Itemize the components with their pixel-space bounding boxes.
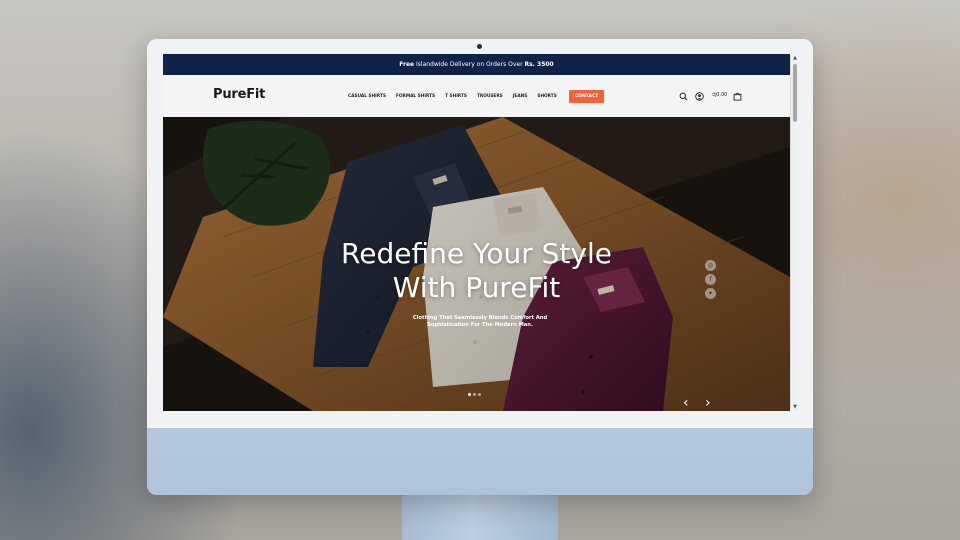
nav-t-shirts[interactable]: T SHIRTS bbox=[445, 94, 467, 99]
search-icon[interactable] bbox=[679, 92, 688, 101]
monitor-chin bbox=[147, 428, 813, 495]
hero-subtitle-line2: Sophistication For The Modern Man. bbox=[427, 322, 533, 328]
cart-icon[interactable] bbox=[733, 92, 742, 101]
slider-dot[interactable] bbox=[468, 393, 471, 396]
page-scrollbar[interactable]: ▲ ▼ bbox=[790, 54, 798, 411]
instagram-icon[interactable]: ◎ bbox=[705, 260, 716, 271]
scroll-up-arrow-icon[interactable]: ▲ bbox=[792, 55, 798, 61]
twitter-icon[interactable]: ✦ bbox=[705, 288, 716, 299]
slider-dots bbox=[468, 393, 483, 396]
browser-viewport: Free Islandwide Delivery on Orders Over … bbox=[163, 54, 798, 411]
monitor: Free Islandwide Delivery on Orders Over … bbox=[147, 39, 813, 495]
site-header: PureFit CASUAL SHIRTS FORMAL SHIRTS T SH… bbox=[163, 75, 790, 117]
monitor-stand bbox=[402, 494, 558, 540]
announcement-text: Islandwide Delivery on Orders Over bbox=[414, 61, 525, 68]
hero-title-line2: With PureFit bbox=[392, 271, 561, 304]
nav-casual-shirts[interactable]: CASUAL SHIRTS bbox=[348, 94, 386, 99]
scroll-thumb[interactable] bbox=[793, 64, 797, 122]
scroll-down-arrow-icon[interactable]: ▼ bbox=[792, 404, 798, 410]
hero-subtitle: Clothing That Seamlessly Blends Comfort … bbox=[395, 315, 565, 329]
hero-slider: Redefine Your Style With PureFit Clothin… bbox=[163, 117, 790, 411]
nav-jeans[interactable]: JEANS bbox=[513, 94, 528, 99]
main-nav: CASUAL SHIRTS FORMAL SHIRTS T SHIRTS TRO… bbox=[348, 89, 605, 103]
announcement-bar: Free Islandwide Delivery on Orders Over … bbox=[163, 54, 790, 75]
site-logo[interactable]: PureFit bbox=[213, 87, 265, 102]
nav-trousers[interactable]: TROUSERS bbox=[477, 94, 503, 99]
nav-shorts[interactable]: SHORTS bbox=[537, 94, 557, 99]
contact-button[interactable]: CONTACT bbox=[568, 89, 605, 103]
announcement-amount: Rs. 3500 bbox=[524, 61, 554, 68]
next-slide-arrow-icon[interactable]: › bbox=[705, 396, 711, 410]
announcement-free: Free bbox=[399, 61, 415, 68]
nav-formal-shirts[interactable]: FORMAL SHIRTS bbox=[396, 94, 435, 99]
hero-title: Redefine Your Style With PureFit bbox=[163, 237, 790, 305]
cart-total[interactable]: රු0.00 bbox=[712, 92, 727, 98]
prev-slide-arrow-icon[interactable]: ‹ bbox=[683, 396, 689, 410]
slider-dot[interactable] bbox=[478, 393, 481, 396]
slider-dot[interactable] bbox=[473, 393, 476, 396]
hero-subtitle-line1: Clothing That Seamlessly Blends Comfort … bbox=[412, 315, 548, 321]
account-icon[interactable] bbox=[695, 92, 704, 101]
webcam bbox=[477, 44, 482, 49]
facebook-icon[interactable]: f bbox=[705, 274, 716, 285]
hero-title-line1: Redefine Your Style bbox=[341, 237, 612, 270]
